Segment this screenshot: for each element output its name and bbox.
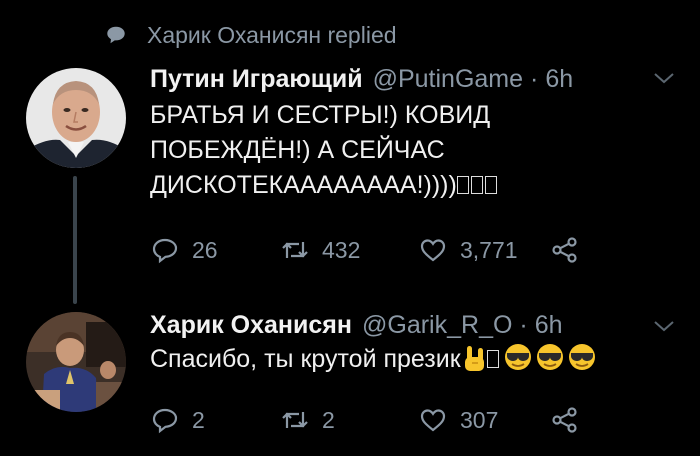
replied-context-text: Харик Оханисян replied (147, 21, 397, 48)
heart-icon (420, 239, 446, 262)
timestamp[interactable]: 6h (545, 62, 573, 96)
timestamp[interactable]: 6h (535, 308, 563, 342)
separator-dot: · (519, 311, 528, 339)
share-icon (552, 237, 577, 263)
like-button[interactable]: 3,771 (418, 236, 550, 264)
avatar-image (26, 312, 126, 412)
tweet-header: Путин Играющий @PutinGame · 6h (150, 62, 660, 96)
sunglasses-face-emoji-icon (504, 344, 531, 370)
tweet-original[interactable]: Путин Играющий @PutinGame · 6h БРАТЬЯ И … (0, 58, 700, 308)
tweet-thread-screen: Харик Оханисян replied Путин Играющий @P… (0, 0, 700, 456)
tweet-text: БРАТЬЯ И СЕСТРЫ!) КОВИД ПОБЕЖДЁН!) А СЕЙ… (150, 98, 590, 203)
share-button[interactable] (550, 236, 580, 264)
retweet-button[interactable]: 2 (280, 406, 418, 434)
share-button[interactable] (550, 406, 580, 434)
reply-icon (152, 238, 178, 264)
emoji-missing-icon (486, 350, 499, 368)
emoji-missing-icon (456, 171, 499, 199)
retweet-icon (282, 242, 308, 258)
sunglasses-face-emoji-icon (536, 344, 563, 370)
tweet-reply[interactable]: Харик Оханисян @Garik_R_O · 6h Спасибо, … (0, 308, 700, 456)
heart-icon (420, 409, 446, 432)
avatar-image (26, 68, 126, 168)
user-handle[interactable]: @PutinGame (373, 62, 523, 96)
reply-count: 26 (192, 236, 218, 263)
user-handle[interactable]: @Garik_R_O (362, 308, 512, 342)
reply-button[interactable]: 2 (150, 406, 280, 434)
tweet-actions: 2 2 307 (150, 400, 580, 440)
chevron-down-icon[interactable] (652, 70, 676, 86)
chevron-down-icon[interactable] (652, 318, 676, 334)
tweet-text: Спасибо, ты крутой презик (150, 342, 690, 377)
tweet-text-content: БРАТЬЯ И СЕСТРЫ!) КОВИД ПОБЕЖДЁН!) А СЕЙ… (150, 101, 491, 199)
like-button[interactable]: 307 (418, 406, 550, 434)
share-icon (552, 407, 577, 433)
avatar[interactable] (26, 312, 126, 412)
tweet-text-content: Спасибо, ты крутой презик (150, 345, 461, 373)
retweet-count: 2 (322, 406, 335, 433)
separator-dot: · (530, 65, 539, 93)
display-name[interactable]: Путин Играющий (150, 62, 363, 96)
tweet-header: Харик Оханисян @Garik_R_O · 6h (150, 308, 660, 342)
replied-context: Харик Оханисян replied (105, 18, 397, 52)
retweet-icon (282, 412, 308, 428)
like-count: 3,771 (460, 236, 518, 263)
display-name[interactable]: Харик Оханисян (150, 308, 352, 342)
rock-hand-emoji-icon (464, 346, 484, 371)
sunglasses-face-emoji-icon (568, 344, 595, 370)
tweet-actions: 26 432 3,771 (150, 230, 580, 270)
like-count: 307 (460, 406, 499, 433)
speech-bubble-icon (107, 26, 125, 44)
retweet-count: 432 (322, 236, 361, 263)
reply-count: 2 (192, 406, 205, 433)
retweet-button[interactable]: 432 (280, 236, 418, 264)
reply-icon (152, 408, 178, 434)
reply-button[interactable]: 26 (150, 236, 280, 264)
avatar[interactable] (26, 68, 126, 168)
